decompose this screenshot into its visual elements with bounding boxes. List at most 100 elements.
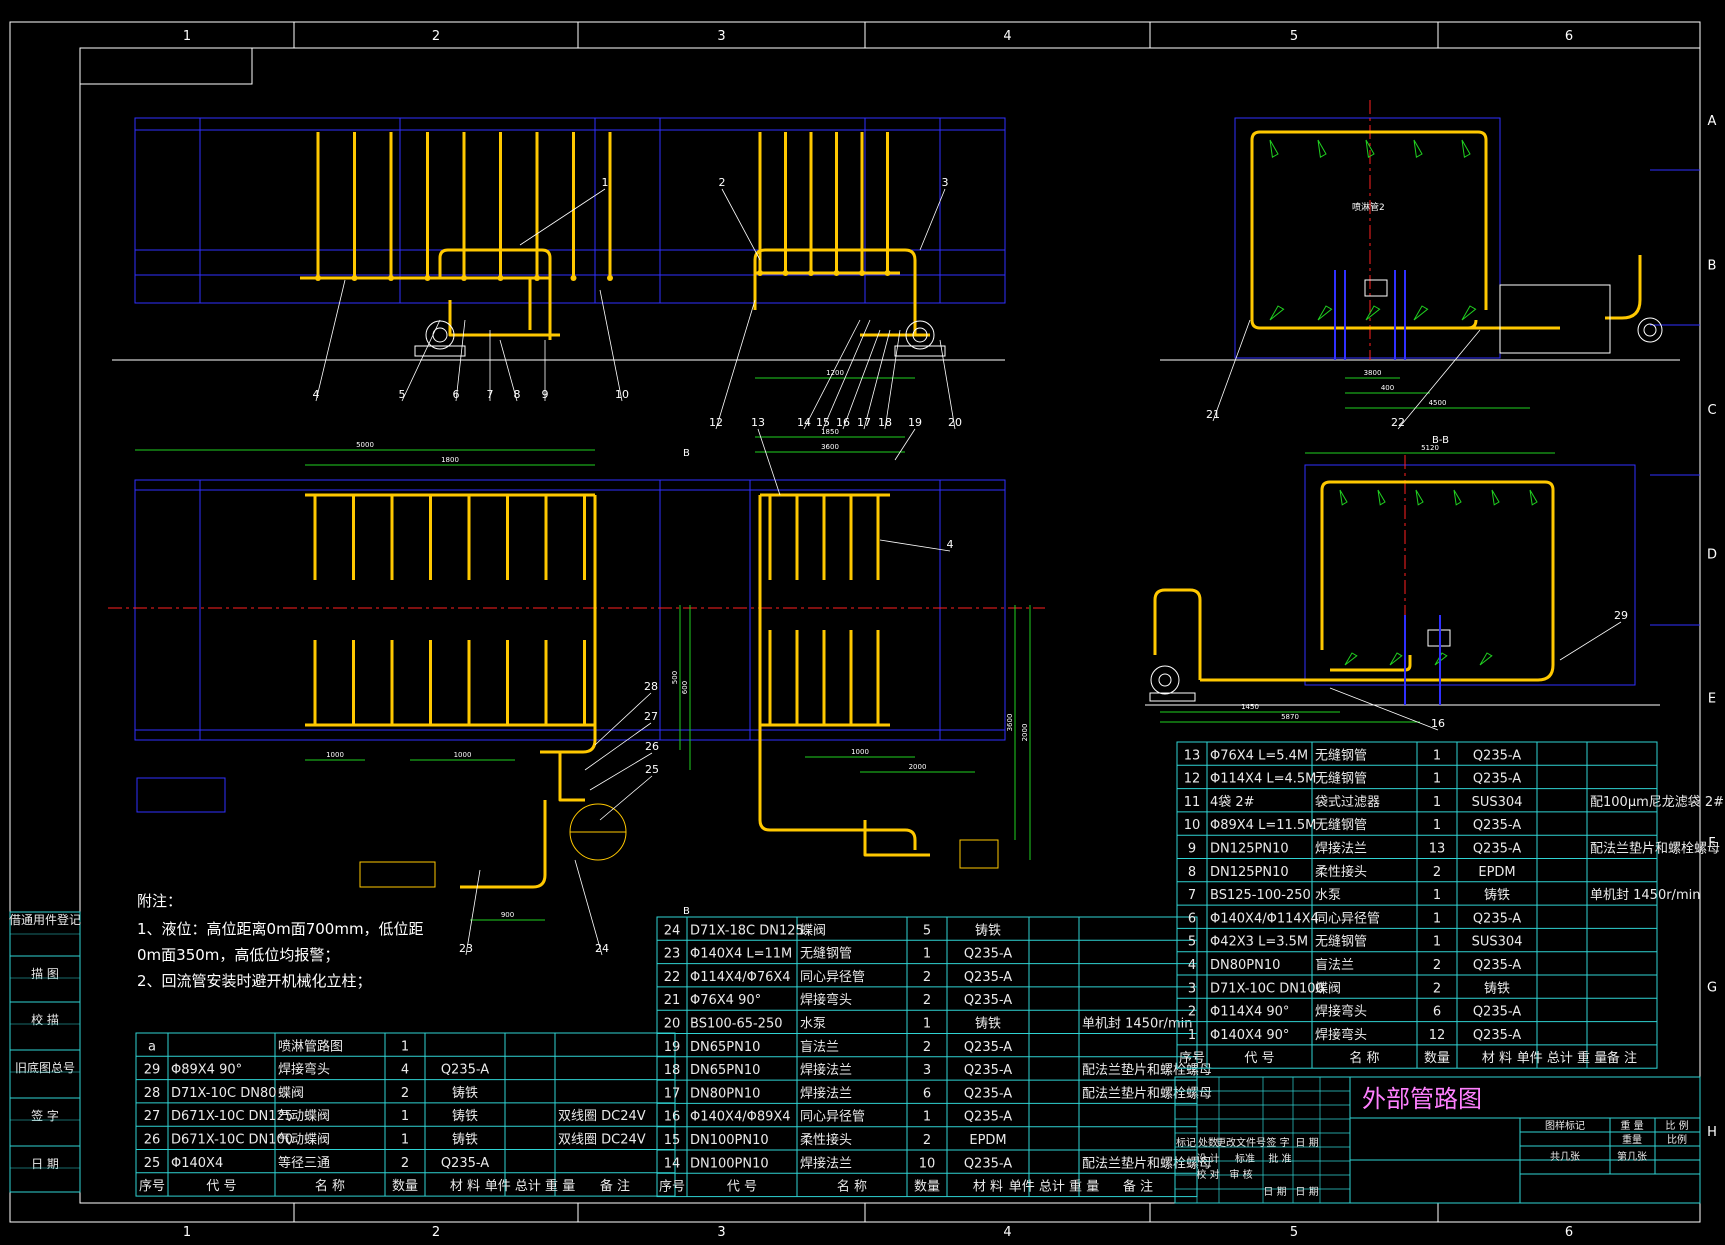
callout-number: 16 xyxy=(836,416,850,429)
side-label: 日 期 xyxy=(31,1157,59,1171)
section-marker-bottom: B xyxy=(683,906,690,917)
table-cell: 柔性接头 xyxy=(1315,864,1367,880)
callout-number: 5 xyxy=(399,388,406,401)
callout-leader xyxy=(894,428,916,461)
side-register-column: 借通用件登记描 图校 描旧底图总号签 字日 期 xyxy=(9,911,81,1193)
table-cell: 双线圈 DC24V xyxy=(558,1133,646,1148)
table-cell: 12 xyxy=(1184,772,1201,787)
riser-node xyxy=(534,275,540,281)
nozzle-spray xyxy=(1453,489,1462,506)
callout-number: 18 xyxy=(878,416,892,429)
table-cell: Φ89X4 L=11.5M xyxy=(1210,818,1316,833)
tb-right-label: 比例 xyxy=(1667,1133,1687,1146)
table-cell: 1 xyxy=(923,947,931,962)
table-cell: 4袋 2# xyxy=(1210,795,1255,810)
callout-leader xyxy=(1212,319,1251,422)
nozzle-spray xyxy=(1479,652,1493,666)
table-cell: 1 xyxy=(1433,772,1441,787)
table-cell: 13 xyxy=(1184,748,1201,763)
tb-field-label: 标记 xyxy=(1176,1137,1196,1149)
table-header: 名 称 xyxy=(1349,1050,1379,1066)
zone-row-label: E xyxy=(1708,692,1716,707)
tb-field-label: 标准 xyxy=(1235,1153,1255,1165)
table-cell: 5 xyxy=(923,923,931,938)
table-cell: 9 xyxy=(1188,842,1196,857)
table-cell: 蝶阀 xyxy=(800,923,826,938)
callout-number: 15 xyxy=(816,416,830,429)
table-cell: Q235-A xyxy=(964,947,1012,962)
callout-number: 17 xyxy=(857,416,871,429)
table-cell: 1 xyxy=(923,1110,931,1125)
table-cell: 单机封 1450r/min xyxy=(1590,888,1700,903)
table-cell: 无缝钢管 xyxy=(1315,772,1367,787)
dimension-value: 500 xyxy=(671,671,679,684)
table-cell: 蝶阀 xyxy=(278,1086,304,1101)
table-cell: 28 xyxy=(144,1086,161,1101)
zone-col-bottom: 4 xyxy=(1003,1225,1011,1240)
table-cell: 2 xyxy=(923,970,931,985)
note-line-2: 0m面350m，高低位均报警； xyxy=(137,946,339,964)
table-cell: 同心异径管 xyxy=(1315,911,1380,926)
callout-leader xyxy=(1329,687,1439,731)
nozzle-spray xyxy=(1491,489,1500,506)
zone-col-top: 1 xyxy=(183,29,191,44)
riser-node xyxy=(833,270,840,276)
dimension-value: 1850 xyxy=(821,428,839,436)
callout-number: 1 xyxy=(602,176,609,189)
table-header: 代 号 xyxy=(727,1180,757,1195)
table-cell: 铸铁 xyxy=(452,1132,478,1148)
side-label: 签 字 xyxy=(31,1108,59,1123)
bom-table-right: 13 Φ76X4 L=5.4M 无缝钢管 1 Q235-A12 Φ114X4 L=4.5M… xyxy=(1176,741,1725,1069)
table-cell: Q235-A xyxy=(1473,1005,1521,1020)
table-cell: Q235-A xyxy=(964,1156,1012,1171)
table-cell: EPDM xyxy=(1478,865,1515,880)
nozzle-spray xyxy=(1339,489,1348,506)
dimension-value: 2000 xyxy=(909,763,927,771)
tb-right-label: 图样标记 xyxy=(1545,1119,1585,1132)
riser-node xyxy=(424,275,431,281)
callout-leader xyxy=(594,692,652,746)
table-cell: Q235-A xyxy=(964,1063,1012,1078)
table-cell: 2 xyxy=(923,1133,931,1148)
table-cell: 1 xyxy=(1188,1028,1196,1043)
table-cell: DN80PN10 xyxy=(690,1086,760,1101)
table-cell: Q235-A xyxy=(964,993,1012,1008)
nozzle-spray xyxy=(1317,139,1327,159)
table-cell: D71X-10C DN80 xyxy=(171,1086,277,1101)
table-cell: 2 xyxy=(1188,1005,1196,1020)
table-cell: 21 xyxy=(664,993,681,1008)
spray-nozzles xyxy=(1269,139,1538,666)
table-cell: Φ114X4 L=4.5M xyxy=(1210,772,1316,787)
table-cell: 10 xyxy=(919,1156,936,1171)
bom-table-left: a 喷淋管路图 1 29 Φ89X4 90° 焊接弯头 4 Q235-A 28 D71X-10C … xyxy=(135,1032,676,1197)
callout-leader xyxy=(1397,329,1481,430)
table-cell: EPDM xyxy=(969,1133,1006,1148)
dimension-value: 1200 xyxy=(826,369,844,377)
table-header: 材 料 xyxy=(973,1180,1003,1195)
table-cell: 同心异径管 xyxy=(800,1110,865,1125)
part-callouts: 1 2 344 5 6 7 8 9 1012 13 14 15 16 17 18 19 20212223 2425… xyxy=(313,176,1628,956)
dimension-value: 3600 xyxy=(821,443,839,451)
tb-field-label: 日 期 xyxy=(1295,1186,1318,1198)
drawing-title: 外部管路图 xyxy=(1362,1085,1482,1113)
table-header: 数量 xyxy=(914,1180,940,1195)
table-cell: Φ140X4/Φ114X4 xyxy=(1210,911,1319,926)
zone-row-label: H xyxy=(1707,1125,1717,1140)
table-cell: Q235-A xyxy=(964,1110,1012,1125)
dimension-value: 1450 xyxy=(1241,703,1259,711)
nozzle-spray xyxy=(1415,489,1424,506)
table-header: 代 号 xyxy=(206,1179,236,1194)
table-cell: 焊接法兰 xyxy=(800,1085,852,1101)
callout-number: 20 xyxy=(948,416,962,429)
tb-field-label: 设 计 xyxy=(1196,1152,1219,1165)
table-cell: Φ114X4 90° xyxy=(1210,1005,1289,1020)
section-label: B-B xyxy=(1432,435,1449,446)
table-cell: 29 xyxy=(144,1063,161,1078)
table-cell: 24 xyxy=(664,923,681,938)
table-cell: SUS304 xyxy=(1472,935,1523,950)
table-cell: 同心异径管 xyxy=(800,970,865,985)
table-cell: 焊接法兰 xyxy=(800,1155,852,1171)
table-cell: Q235-A xyxy=(964,1086,1012,1101)
tb-field-label: 校 对 xyxy=(1196,1168,1219,1181)
dimension-value: 3600 xyxy=(1006,714,1014,732)
